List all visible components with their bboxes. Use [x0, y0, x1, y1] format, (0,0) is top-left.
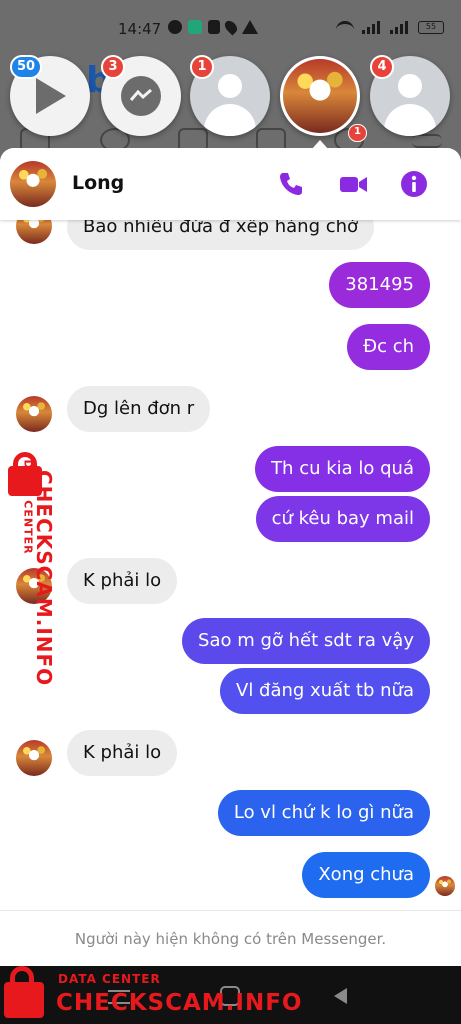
chat-head-badge: 4: [370, 55, 394, 79]
contact-avatar-small: [16, 740, 52, 776]
incoming-message[interactable]: Dg lên đơn r: [67, 386, 211, 432]
battery-icon: 55: [418, 20, 444, 34]
seen-avatar: [435, 876, 455, 896]
wifi-icon: [336, 21, 354, 33]
incoming-message[interactable]: K phải lo: [67, 730, 178, 776]
notification-count-badge: 1: [348, 124, 367, 142]
outgoing-message[interactable]: Sao m gỡ hết sdt ra vậy: [182, 618, 430, 664]
incoming-message[interactable]: Bao nhiêu đứa đ xếp hàng chờ: [67, 220, 375, 250]
signal-icon: [390, 20, 410, 34]
outgoing-message[interactable]: Lo vl chứ k lo gì nữa: [217, 790, 430, 836]
avatar-placeholder-icon: [218, 74, 242, 98]
contact-avatar[interactable]: [10, 161, 56, 207]
unavailable-notice: Người này hiện không có trên Messenger.: [0, 910, 461, 966]
warning-icon: [242, 20, 258, 34]
chat-panel: Long Bao nhiêu đứa đ xếp hàng chờ 381495…: [0, 148, 461, 966]
chat-header: Long: [0, 148, 461, 220]
location-icon: [222, 18, 240, 36]
lucky-cat-avatar: [16, 740, 52, 776]
lucky-cat-avatar: [283, 59, 357, 133]
tiktok-icon: [208, 20, 220, 34]
status-bar: 14:47 55: [0, 0, 461, 60]
phone-icon[interactable]: [275, 168, 307, 200]
incoming-message[interactable]: K phải lo: [67, 558, 178, 604]
video-call-icon[interactable]: [337, 168, 369, 200]
avatar-placeholder-body: [204, 104, 256, 136]
outgoing-message[interactable]: Th cu kia lo quá: [255, 446, 430, 492]
contact-name[interactable]: Long: [72, 172, 124, 194]
status-left-icons: [168, 18, 258, 36]
app-icon: [188, 20, 202, 34]
signal-icon: [362, 20, 382, 34]
back-button[interactable]: [334, 988, 347, 1004]
messenger-bolt-icon: [130, 89, 152, 101]
watermark-subtext: DATA CENTER: [58, 972, 161, 986]
menu-tab-icon: [412, 134, 442, 148]
chat-head-badge: 50: [10, 55, 43, 79]
watermark-vertical-small: DATA CENTER: [21, 460, 40, 640]
contact-avatar-small: [16, 396, 52, 432]
chat-head-badge: 3: [101, 55, 125, 79]
outgoing-message[interactable]: cứ kêu bay mail: [255, 496, 430, 542]
play-icon: [36, 78, 66, 114]
long-chat-head[interactable]: [280, 56, 360, 136]
status-time: 14:47: [118, 20, 162, 38]
outgoing-message[interactable]: 381495: [329, 262, 430, 308]
message-list[interactable]: Bao nhiêu đứa đ xếp hàng chờ 381495 Đc c…: [0, 220, 461, 910]
lucky-cat-avatar: [435, 876, 455, 896]
status-right-icons: 55: [336, 20, 444, 34]
watermark-lock-body: [4, 982, 44, 1018]
chat-head-badge: 1: [190, 55, 214, 79]
watermark-text: CHECKSCAM.INFO: [56, 990, 303, 1016]
lucky-cat-avatar: [16, 220, 52, 244]
avatar-placeholder-body: [384, 104, 436, 136]
facebook-icon: [168, 20, 182, 34]
outgoing-message[interactable]: Vl đăng xuất tb nữa: [220, 668, 430, 714]
outgoing-message[interactable]: Xong chưa: [302, 852, 430, 898]
avatar-placeholder-icon: [398, 74, 422, 98]
lucky-cat-avatar: [16, 396, 52, 432]
contact-avatar-small: [16, 220, 52, 244]
lucky-cat-avatar: [10, 161, 56, 207]
outgoing-message[interactable]: Đc ch: [347, 324, 430, 370]
info-icon[interactable]: [398, 168, 430, 200]
watermark-subtext: DATA CENTER: [21, 459, 35, 555]
